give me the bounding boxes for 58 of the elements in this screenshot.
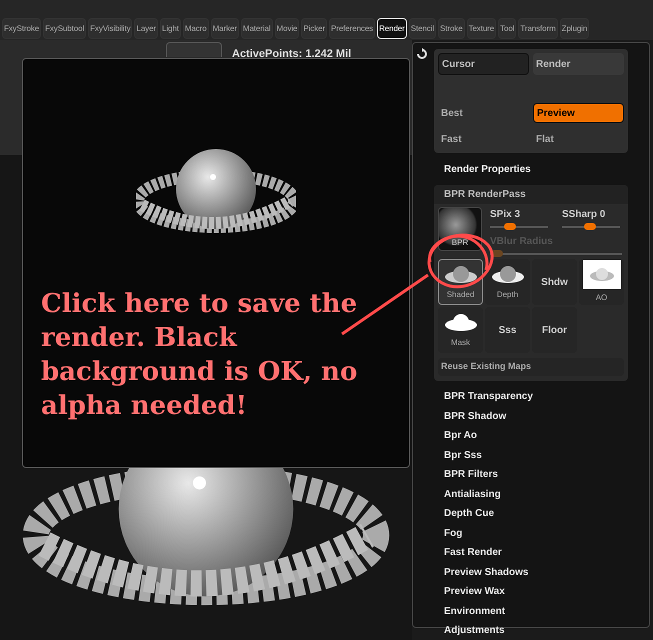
render-pass-button[interactable]: Floor	[532, 307, 577, 353]
render-mode-option[interactable]: Flat	[533, 129, 624, 149]
menu-tab[interactable]: Render	[377, 18, 407, 39]
render-pass-button[interactable]: Mask	[438, 307, 483, 353]
render-pass-button[interactable]: Shaded	[438, 259, 483, 305]
slider-thumb[interactable]	[584, 223, 596, 230]
menu-tab[interactable]: Transform	[518, 18, 558, 39]
slider-label: SPix 3	[490, 208, 522, 222]
render-mode-option[interactable]: Preview	[533, 103, 624, 123]
slider-label: SSharp 0	[562, 208, 606, 222]
render-mode-option[interactable]: Best	[438, 103, 529, 123]
pass-thumbnail	[490, 264, 524, 286]
menu-tab[interactable]: Macro	[182, 18, 209, 39]
menu-tab[interactable]: Material	[240, 18, 273, 39]
menu-tab[interactable]: Movie	[274, 18, 300, 39]
subpalette-item[interactable]: Fast Render	[444, 545, 628, 560]
section-title[interactable]: Render Properties	[434, 162, 628, 177]
render-pass-button[interactable]: Sss	[485, 307, 530, 353]
rotate-icon[interactable]	[416, 48, 428, 60]
subpalette-item[interactable]: Preview Wax	[444, 584, 628, 599]
subpalette-item[interactable]: BPR Filters	[444, 467, 628, 482]
subpalette-item[interactable]: BPR Shadow	[444, 408, 628, 424]
menu-tab[interactable]: Marker	[210, 18, 239, 39]
menu-tab[interactable]: Stencil	[408, 18, 436, 39]
render-button[interactable]: Cursor	[438, 53, 529, 75]
render-button[interactable]: Render	[533, 53, 624, 75]
slider-thumb[interactable]	[504, 223, 516, 230]
ao-pass-thumbnail	[582, 260, 620, 289]
annotation-text: Click here to save the render. Black background is OK, no alpha needed!	[41, 288, 358, 423]
subpalette-item[interactable]: BPR Transparency	[444, 389, 628, 404]
menu-tab[interactable]: FxyStroke	[2, 18, 42, 39]
subpalette-item[interactable]: Adjustments	[444, 623, 628, 638]
pass-thumbnail	[444, 312, 478, 334]
menu-tab[interactable]: Tool	[498, 18, 516, 39]
menu-tab[interactable]: Picker	[301, 18, 328, 39]
menu-tab[interactable]: Zplugin	[560, 18, 590, 39]
subpalette-item[interactable]: Environment	[444, 604, 628, 618]
render-pass-button[interactable]: AO	[579, 259, 624, 305]
menu-tab[interactable]: Layer	[134, 18, 158, 39]
render-mode-option[interactable]: Fast	[438, 129, 529, 149]
subpalette-item[interactable]: Bpr Sss	[444, 448, 628, 462]
active-points-readout: ActivePoints: 1.242 Mil	[232, 47, 352, 62]
menu-tab[interactable]: Light	[160, 18, 181, 39]
menu-tab[interactable]: Texture	[466, 18, 496, 39]
menu-tab[interactable]: Preferences	[329, 18, 376, 39]
reuse-maps-button[interactable]: Reuse Existing Maps	[438, 358, 624, 376]
menu-tab[interactable]: FxyVisibility	[88, 18, 132, 39]
subpalette-item[interactable]: Preview Shadows	[444, 564, 628, 580]
render-pass-button[interactable]: Shdw	[532, 259, 577, 305]
subpalette-title[interactable]: BPR RenderPass	[434, 185, 628, 204]
menu-tab[interactable]: FxySubtool	[43, 18, 86, 39]
subpalette-item[interactable]: Antialiasing	[444, 486, 628, 502]
menu-tab[interactable]: Stroke	[438, 18, 465, 39]
render-pass-button[interactable]: Depth	[485, 259, 530, 305]
subpalette-item[interactable]: Fog	[444, 526, 628, 540]
subpalette-item[interactable]: Depth Cue	[444, 506, 628, 521]
subpalette-item[interactable]: Bpr Ao	[444, 428, 628, 443]
pass-thumbnail	[444, 264, 478, 286]
